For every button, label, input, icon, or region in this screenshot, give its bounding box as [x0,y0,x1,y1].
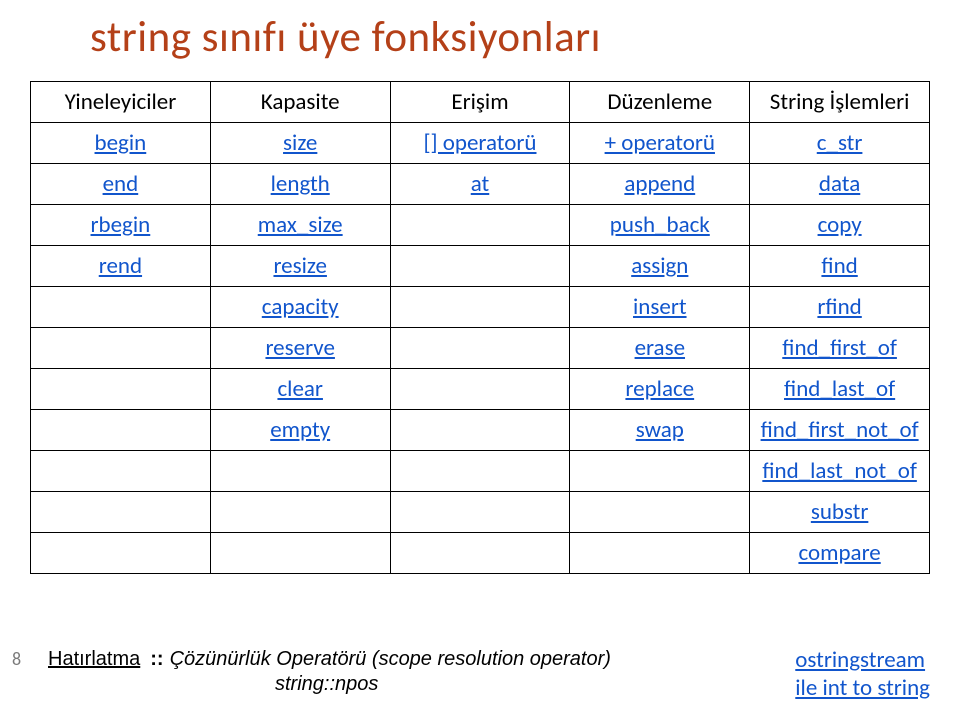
slide-title: string sınıfı üye fonksiyonları [90,10,930,63]
page-number: 8 [12,648,48,670]
table-row: empty swap find_first_not_of [31,410,930,451]
cell[interactable]: capacity [210,287,390,328]
table-row: rend resize assign find [31,246,930,287]
cell[interactable]: find_last_of [750,369,930,410]
cell[interactable]: clear [210,369,390,410]
table-row: compare [31,533,930,574]
table-row: rbegin max_size push_back copy [31,205,930,246]
header-access: Erişim [390,82,570,123]
cell [31,287,211,328]
footer-explain: Çözünürlük Operatörü (scope resolution o… [170,648,611,671]
header-capacity: Kapasite [210,82,390,123]
cell[interactable]: begin [31,123,211,164]
table-row: clear replace find_last_of [31,369,930,410]
cell[interactable]: at [390,164,570,205]
cell[interactable]: resize [210,246,390,287]
cell [390,369,570,410]
cell[interactable]: rbegin [31,205,211,246]
cell [390,410,570,451]
cell[interactable]: erase [570,328,750,369]
cell[interactable]: c_str [750,123,930,164]
cell[interactable]: size [210,123,390,164]
cell [390,451,570,492]
cell[interactable]: [] operatorü [390,123,570,164]
cell [390,205,570,246]
header-iterators: Yineleyiciler [31,82,211,123]
cell[interactable]: find_first_not_of [750,410,930,451]
right-links[interactable]: ostringstream ile int to string [795,646,930,702]
table-row: reserve erase find_first_of [31,328,930,369]
cell[interactable]: rend [31,246,211,287]
table-row: begin size [] operatorü + operatorü c_st… [31,123,930,164]
cell[interactable]: replace [570,369,750,410]
table-row: substr [31,492,930,533]
header-edit: Düzenleme [570,82,750,123]
cell[interactable]: push_back [570,205,750,246]
string-functions-table: Yineleyiciler Kapasite Erişim Düzenleme … [30,81,930,574]
cell[interactable]: max_size [210,205,390,246]
cell [31,451,211,492]
cell [31,533,211,574]
right-link-2[interactable]: ile int to string [795,674,930,702]
cell [570,492,750,533]
cell[interactable]: end [31,164,211,205]
cell[interactable]: find [750,246,930,287]
cell[interactable]: empty [210,410,390,451]
cell [31,410,211,451]
cell[interactable]: assign [570,246,750,287]
cell[interactable]: find_last_not_of [750,451,930,492]
table-row: find_last_not_of [31,451,930,492]
footer-hatirla: Hatırlatma [48,648,140,671]
cell [570,451,750,492]
cell[interactable]: copy [750,205,930,246]
cell [210,533,390,574]
header-string-ops: String İşlemleri [750,82,930,123]
cell[interactable]: find_first_of [750,328,930,369]
table-row: end length at append data [31,164,930,205]
cell [390,492,570,533]
cell[interactable]: append [570,164,750,205]
cell[interactable]: reserve [210,328,390,369]
scope-operator-symbol: :: [150,648,163,671]
right-link-1[interactable]: ostringstream [795,646,930,674]
cell[interactable]: compare [750,533,930,574]
cell[interactable]: rfind [750,287,930,328]
table-row: capacity insert rfind [31,287,930,328]
cell [31,328,211,369]
cell [210,492,390,533]
cell[interactable]: insert [570,287,750,328]
cell [31,369,211,410]
cell [390,533,570,574]
cell [390,246,570,287]
table-header-row: Yineleyiciler Kapasite Erişim Düzenleme … [31,82,930,123]
cell[interactable]: length [210,164,390,205]
cell [390,328,570,369]
cell[interactable]: substr [750,492,930,533]
cell[interactable]: data [750,164,930,205]
cell [390,287,570,328]
cell [31,492,211,533]
cell[interactable]: swap [570,410,750,451]
cell[interactable]: + operatorü [570,123,750,164]
cell [570,533,750,574]
cell [210,451,390,492]
